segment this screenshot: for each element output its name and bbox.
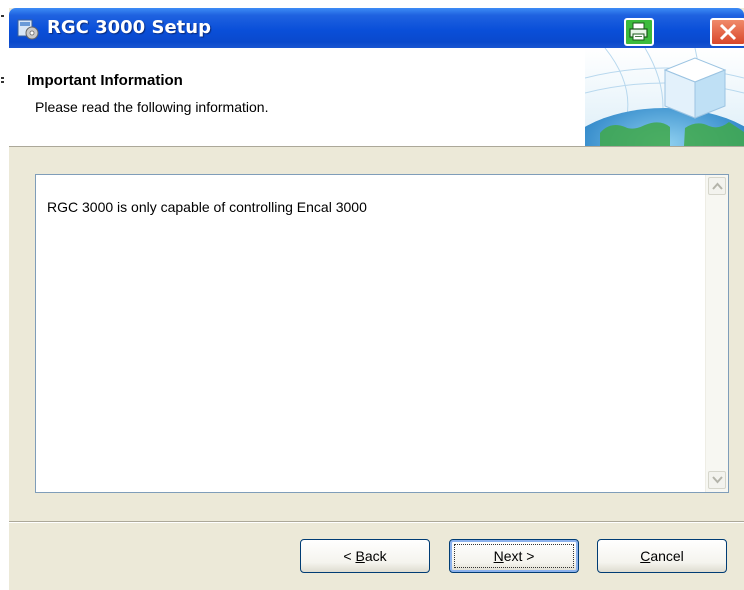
scroll-down-button[interactable]: [708, 471, 726, 489]
setup-dialog: RGC 3000 Setup Important Information Ple…: [9, 8, 744, 590]
footer-divider: [9, 521, 744, 523]
information-memo[interactable]: RGC 3000 is only capable of controlling …: [35, 174, 729, 493]
cancel-label: Cancel: [640, 548, 684, 564]
globe-cube-icon: [555, 47, 744, 228]
information-text: RGC 3000 is only capable of controlling …: [47, 199, 367, 215]
window-title: RGC 3000 Setup: [47, 17, 211, 38]
next-label: Next >: [493, 548, 535, 564]
vertical-scrollbar[interactable]: [705, 175, 728, 492]
back-button[interactable]: < Back: [300, 539, 430, 573]
background-marks: [1, 15, 5, 95]
printer-icon[interactable]: [624, 18, 654, 46]
title-bar[interactable]: RGC 3000 Setup: [9, 8, 744, 48]
setup-app-icon: [17, 18, 39, 40]
wizard-header: Important Information Please read the fo…: [9, 47, 744, 228]
page-subtitle: Please read the following information.: [35, 99, 269, 115]
close-button[interactable]: [710, 18, 744, 46]
page-title: Important Information: [27, 72, 183, 89]
cancel-button[interactable]: Cancel: [597, 539, 727, 573]
scroll-up-button[interactable]: [708, 177, 726, 195]
back-label: < Back: [343, 548, 387, 564]
next-button[interactable]: Next >: [449, 539, 579, 573]
